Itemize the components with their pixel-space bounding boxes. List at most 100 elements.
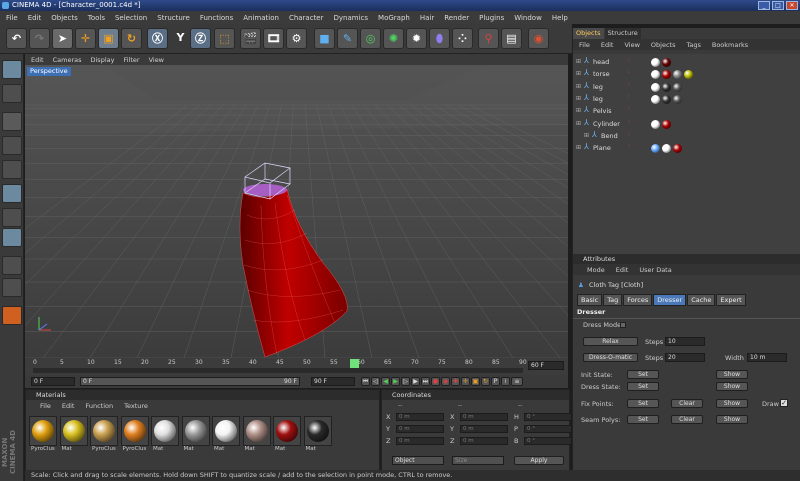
object-axis-icon[interactable] xyxy=(2,208,22,227)
object-tag-icon[interactable] xyxy=(651,94,660,104)
menu-edit[interactable]: Edit xyxy=(28,14,42,22)
object-tag-icon[interactable] xyxy=(662,82,671,92)
soft-selection-icon[interactable] xyxy=(2,306,22,325)
key-scale-icon[interactable]: ▣ xyxy=(471,377,480,386)
object-name[interactable]: Bend xyxy=(601,130,618,142)
width-field[interactable]: 10 m xyxy=(747,353,787,362)
menu-tools[interactable]: Tools xyxy=(88,14,105,22)
menu-structure[interactable]: Structure xyxy=(157,14,190,22)
object-name[interactable]: leg xyxy=(593,93,603,105)
material-swatch[interactable]: Mat xyxy=(212,416,240,458)
material-swatch[interactable]: Mat xyxy=(151,416,179,458)
key-param-icon[interactable]: P xyxy=(491,377,500,386)
object-tag-icon[interactable] xyxy=(662,119,671,129)
attr-tab-dresser[interactable]: Dresser xyxy=(653,294,687,306)
fix-points-clear-button[interactable]: Clear xyxy=(671,399,703,408)
deformer-icon[interactable]: ⬮ xyxy=(429,28,450,49)
tab-objects[interactable]: Objects xyxy=(573,28,604,39)
object-name[interactable]: leg xyxy=(593,81,603,93)
visibility-dots-icon[interactable]: : xyxy=(628,106,630,112)
objects-menu-bookmarks[interactable]: Bookmarks xyxy=(712,41,748,49)
next-frame-icon[interactable]: ▷ xyxy=(401,377,410,386)
current-frame-field[interactable]: 60 F xyxy=(528,361,564,370)
state-set-button[interactable]: Set xyxy=(627,382,659,391)
x-axis-icon[interactable]: Ⓧ xyxy=(147,28,168,49)
model-mode-icon[interactable] xyxy=(2,60,22,79)
menu-hair[interactable]: Hair xyxy=(420,14,434,22)
attributes-menu-mode[interactable]: Mode xyxy=(587,266,605,274)
menu-render[interactable]: Render xyxy=(444,14,469,22)
nurbs-icon[interactable]: ◎ xyxy=(360,28,381,49)
material-swatch[interactable]: PyroClus xyxy=(90,416,118,458)
viewport-menu-edit[interactable]: Edit xyxy=(31,56,44,64)
layout-icon[interactable]: ◉ xyxy=(528,28,549,49)
attr-tab-tag[interactable]: Tag xyxy=(603,294,623,306)
material-swatch[interactable]: PyroClus xyxy=(120,416,149,458)
coordinate-system-icon[interactable]: ⬚ xyxy=(214,28,235,49)
maximize-button[interactable]: □ xyxy=(772,1,784,10)
object-tag-icon[interactable] xyxy=(662,144,671,154)
object-name[interactable]: Plane xyxy=(593,142,611,154)
attr-tab-basic[interactable]: Basic xyxy=(577,294,603,306)
expand-icon[interactable]: ⊞ xyxy=(576,70,581,77)
object-tag-icon[interactable] xyxy=(673,82,682,92)
visibility-dots-icon[interactable]: : xyxy=(628,57,630,63)
visibility-dots-icon[interactable]: : xyxy=(628,81,630,87)
objects-menu-file[interactable]: File xyxy=(579,41,590,49)
viewport-menu-display[interactable]: Display xyxy=(91,56,115,64)
object-tag-icon[interactable] xyxy=(651,70,660,80)
draw-checkbox[interactable]: ✓ xyxy=(780,399,788,407)
environment-icon[interactable]: ⁘ xyxy=(452,28,473,49)
polygons-mode-icon[interactable] xyxy=(2,184,22,203)
object-row[interactable]: ⊞ ⅄ Plane: xyxy=(573,142,800,154)
rotate-icon[interactable]: ↻ xyxy=(121,28,142,49)
light-icon[interactable]: ▤ xyxy=(501,28,522,49)
object-tag-icon[interactable] xyxy=(673,144,682,154)
object-tag-icon[interactable] xyxy=(651,58,660,67)
fix-points-set-button[interactable]: Set xyxy=(627,399,659,408)
attr-tab-expert[interactable]: Expert xyxy=(716,294,746,306)
minimize-button[interactable]: _ xyxy=(758,1,770,10)
coord-position-field[interactable]: 0 m xyxy=(396,425,444,433)
array-icon[interactable]: ✺ xyxy=(383,28,404,49)
expand-icon[interactable]: ⊞ xyxy=(576,83,581,90)
material-swatch[interactable]: Mat xyxy=(59,416,88,458)
object-row[interactable]: ⊞ ⅄ Cylinder: xyxy=(573,118,800,130)
state-show-button[interactable]: Show xyxy=(716,370,748,379)
visibility-dots-icon[interactable]: : xyxy=(628,118,630,124)
object-name[interactable]: Pelvis xyxy=(593,105,612,117)
objects-menu-objects[interactable]: Objects xyxy=(651,41,676,49)
material-swatch[interactable]: Mat xyxy=(181,416,210,458)
edges-mode-icon[interactable] xyxy=(2,160,22,179)
animation-mode-icon[interactable] xyxy=(2,228,22,247)
coord-size-field[interactable]: 0 m xyxy=(460,437,508,445)
object-tag-icon[interactable] xyxy=(662,70,671,80)
coord-rotation-field[interactable]: 0 ° xyxy=(524,413,572,421)
key-rotation-icon[interactable]: ↻ xyxy=(481,377,490,386)
prev-key-icon[interactable]: ◁ xyxy=(371,377,380,386)
points-mode-icon[interactable] xyxy=(2,136,22,155)
expand-icon[interactable]: ⊞ xyxy=(576,95,581,102)
materials-menu-edit[interactable]: Edit xyxy=(62,402,75,410)
tab-structure[interactable]: Structure xyxy=(604,28,641,39)
y-axis-icon[interactable]: Y xyxy=(170,28,191,49)
perspective-viewport[interactable]: Perspective xyxy=(25,65,568,358)
object-row[interactable]: ⊞ ⅄ leg: xyxy=(573,93,800,105)
play-icon[interactable]: ▶ xyxy=(391,377,400,386)
end-frame-field[interactable]: 90 F xyxy=(311,377,355,386)
dress-o-matic-button[interactable]: Dress-O-matic xyxy=(583,353,638,362)
object-name[interactable]: Cylinder xyxy=(593,118,620,130)
material-swatch[interactable]: PyroClus xyxy=(29,416,57,458)
objects-menu-tags[interactable]: Tags xyxy=(686,41,700,49)
render-settings-icon[interactable]: ⚙ xyxy=(286,28,307,49)
go-to-start-icon[interactable]: ⏮ xyxy=(361,377,370,386)
menu-window[interactable]: Window xyxy=(514,14,542,22)
object-row[interactable]: ⊞ ⅄ Bend: xyxy=(573,130,800,142)
timeline[interactable]: 0 5 10 15 20 25 30 35 40 45 50 55 60 65 70 75 80 85 90 60 … xyxy=(25,358,568,375)
visibility-dots-icon[interactable]: : xyxy=(628,143,630,149)
object-name[interactable]: head xyxy=(593,56,609,68)
coord-rotation-field[interactable]: 0 ° xyxy=(524,437,572,445)
object-tag-icon[interactable] xyxy=(651,119,660,129)
materials-menu-function[interactable]: Function xyxy=(85,402,113,410)
menu-plugins[interactable]: Plugins xyxy=(479,14,504,22)
